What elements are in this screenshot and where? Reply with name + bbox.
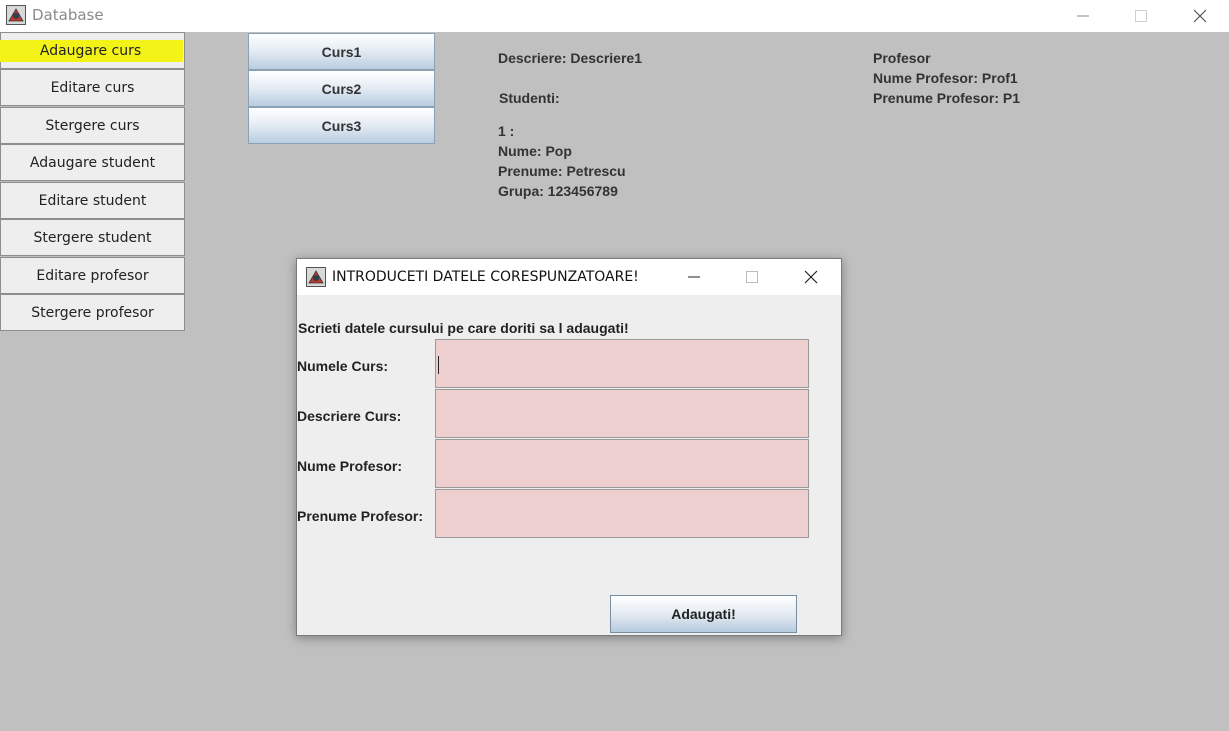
professor-nume: Nume Profesor: Prof1	[873, 70, 1018, 86]
professor-name-label: Nume Profesor:	[297, 458, 403, 474]
minimize-icon[interactable]	[665, 259, 723, 295]
add-course-dialog: INTRODUCETI DATELE CORESPUNZATOARE! Scri…	[296, 258, 842, 636]
professor-name-input[interactable]	[435, 439, 809, 488]
window-title: Database	[32, 6, 104, 24]
dialog-title: INTRODUCETI DATELE CORESPUNZATOARE!	[332, 269, 639, 285]
edit-student-button[interactable]: Editare student	[0, 182, 185, 219]
course-description: Descriere: Descriere1	[498, 50, 642, 66]
maximize-icon[interactable]	[1112, 0, 1170, 32]
course-name-input[interactable]	[435, 339, 809, 388]
course-name-label: Numele Curs:	[297, 358, 389, 374]
student-index: 1 :	[498, 123, 515, 139]
dialog-instruction: Scrieti datele cursului pe care doriti s…	[298, 320, 629, 336]
professor-surname-label: Prenume Profesor:	[297, 508, 424, 524]
delete-course-button[interactable]: Stergere curs	[0, 107, 185, 144]
delete-professor-button[interactable]: Stergere profesor	[0, 294, 185, 331]
minimize-icon[interactable]	[1054, 0, 1112, 32]
add-course-button[interactable]: Adaugare curs	[0, 32, 185, 69]
close-icon[interactable]	[1171, 0, 1229, 32]
text-cursor	[438, 356, 439, 374]
professor-prenume: Prenume Profesor: P1	[873, 90, 1021, 106]
highlighted-label: Adaugare curs	[0, 39, 184, 62]
student-prenume: Prenume: Petrescu	[498, 163, 626, 179]
course-button-2[interactable]: Curs2	[248, 70, 435, 107]
professor-heading: Profesor	[873, 50, 931, 66]
student-nume: Nume: Pop	[498, 143, 572, 159]
edit-professor-button[interactable]: Editare profesor	[0, 257, 185, 294]
close-icon[interactable]	[782, 259, 840, 295]
dialog-title-bar: INTRODUCETI DATELE CORESPUNZATOARE!	[297, 259, 841, 295]
students-heading: Studenti:	[499, 90, 560, 106]
course-button-1[interactable]: Curs1	[248, 33, 435, 70]
edit-course-button[interactable]: Editare curs	[0, 69, 185, 106]
course-button-3[interactable]: Curs3	[248, 107, 435, 144]
add-student-button[interactable]: Adaugare student	[0, 144, 185, 181]
submit-button[interactable]: Adaugati!	[610, 595, 797, 633]
delete-student-button[interactable]: Stergere student	[0, 219, 185, 256]
java-app-icon	[6, 5, 26, 25]
maximize-icon[interactable]	[723, 259, 781, 295]
java-app-icon	[306, 267, 326, 287]
main-title-bar: Database	[0, 0, 1229, 32]
student-grupa: Grupa: 123456789	[498, 183, 618, 199]
professor-surname-input[interactable]	[435, 489, 809, 538]
course-description-label: Descriere Curs:	[297, 408, 402, 424]
course-description-input[interactable]	[435, 389, 809, 438]
